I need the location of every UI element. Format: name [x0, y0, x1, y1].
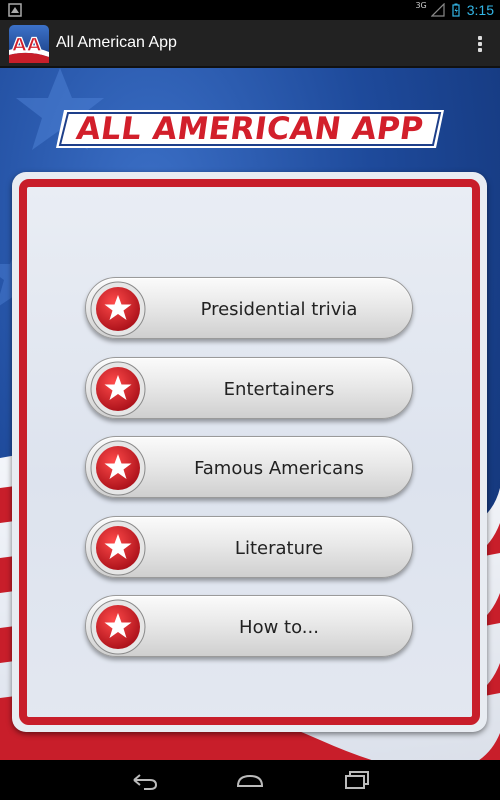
battery-icon	[452, 3, 460, 17]
home-icon[interactable]	[234, 768, 266, 792]
app-title: All American App	[56, 34, 177, 51]
app-icon[interactable]: AA	[8, 24, 50, 64]
recent-apps-icon[interactable]	[340, 768, 372, 792]
star-icon	[90, 599, 146, 655]
menu-button-label: Entertainers	[223, 378, 335, 400]
menu-button-label: Famous Americans	[194, 457, 364, 479]
menu-list: Presidential trivia Entertainers Famous …	[0, 68, 500, 760]
status-icons: 3G 3:15	[415, 1, 494, 19]
main-content: ALL AMERICAN APP Presidential trivia Ent…	[0, 68, 500, 760]
clock: 3:15	[466, 2, 494, 18]
star-icon	[90, 281, 146, 337]
menu-button-label: How to...	[239, 616, 319, 638]
menu-button-how-to[interactable]: How to...	[85, 595, 413, 657]
star-icon	[90, 361, 146, 417]
status-bar: 3G 3:15	[0, 0, 500, 20]
action-bar: AA All American App	[0, 20, 500, 68]
signal-icon	[430, 3, 445, 17]
menu-button-presidential-trivia[interactable]: Presidential trivia	[85, 277, 413, 339]
navigation-bar	[0, 760, 500, 800]
menu-button-entertainers[interactable]: Entertainers	[85, 357, 413, 419]
star-icon	[90, 520, 146, 576]
menu-button-label: Presidential trivia	[200, 298, 358, 320]
star-icon	[90, 440, 146, 496]
menu-button-famous-americans[interactable]: Famous Americans	[85, 436, 413, 498]
back-icon[interactable]	[128, 768, 160, 792]
app-icon-letters: AA	[12, 34, 42, 56]
network-type: 3G	[415, 1, 427, 10]
menu-button-literature[interactable]: Literature	[85, 516, 413, 578]
notification-icon	[8, 3, 22, 17]
overflow-menu-icon[interactable]	[474, 32, 486, 56]
menu-button-label: Literature	[234, 537, 324, 559]
